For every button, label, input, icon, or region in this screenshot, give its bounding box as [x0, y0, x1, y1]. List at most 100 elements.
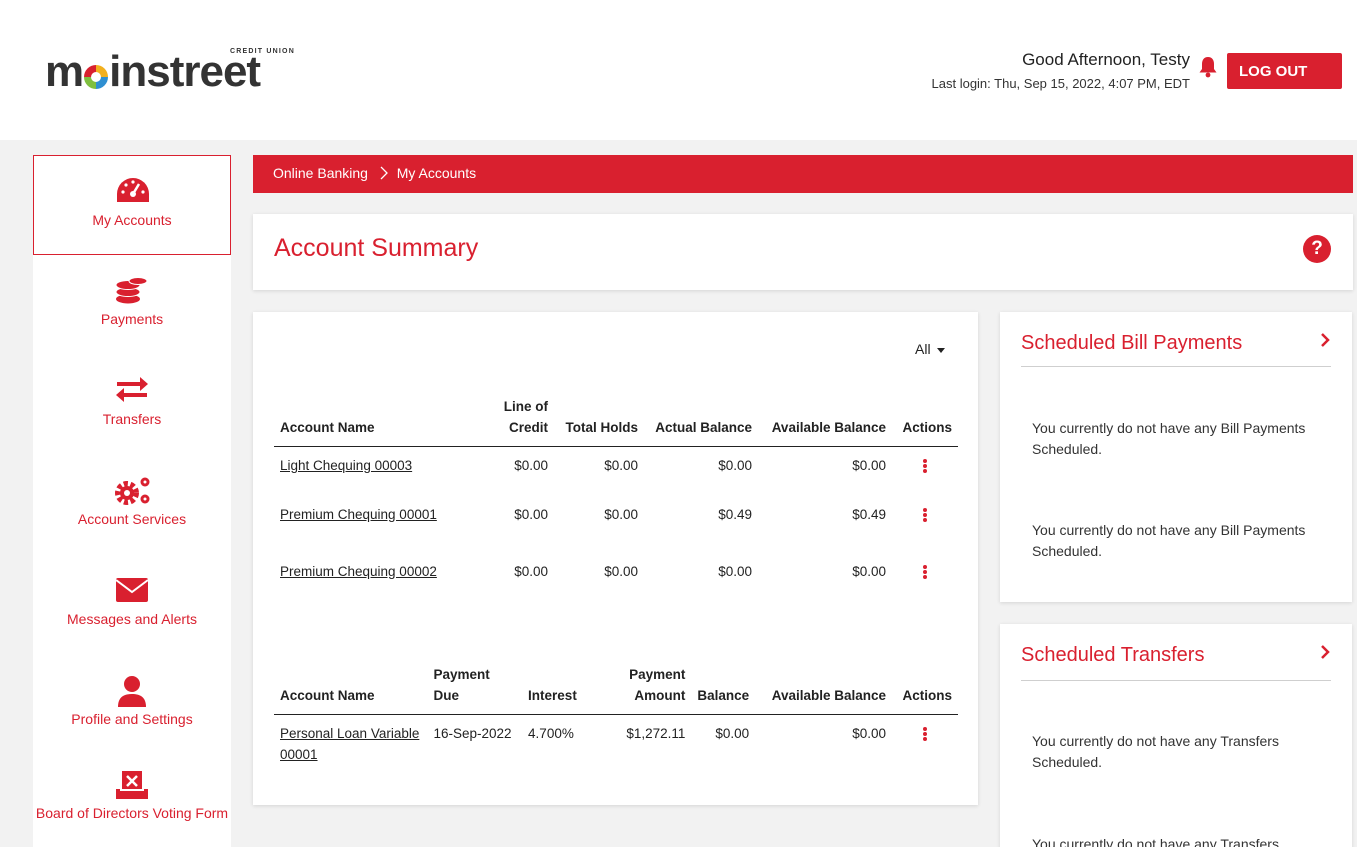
interest-value: 4.700%	[528, 726, 574, 741]
payment-due-value: 16-Sep-2022	[433, 726, 512, 741]
sidebar-item-profile[interactable]: Profile and Settings	[33, 655, 231, 755]
column-header: Actual Balance	[644, 396, 758, 447]
column-header: Balance	[691, 664, 756, 715]
mainstreet-logo[interactable]: CREDIT UNION m instreet	[45, 48, 325, 98]
sidebar-item-payments[interactable]: Payments	[33, 255, 231, 355]
table-header-row: Account Name Line of Credit Total Holds …	[274, 396, 958, 447]
deposit-accounts-table: Account Name Line of Credit Total Holds …	[274, 396, 958, 585]
column-header: Payment Due	[427, 664, 523, 715]
table-row: Premium Chequing 00002 $0.00 $0.00 $0.00…	[274, 553, 958, 585]
sidebar-item-voting-form[interactable]: Board of Directors Voting Form	[33, 755, 231, 847]
account-summary-header: Account Summary ?	[253, 214, 1353, 290]
logo-text-start: m	[45, 47, 84, 96]
scheduled-transfers-card: Scheduled Transfers You currently do not…	[1000, 624, 1352, 847]
chevron-right-icon	[380, 165, 389, 181]
table-row: Light Chequing 00003 $0.00 $0.00 $0.00 $…	[274, 447, 958, 496]
empty-message: You currently do not have any Transfers …	[1032, 836, 1279, 847]
envelope-icon	[115, 578, 149, 602]
available-balance-value: $0.00	[852, 458, 886, 473]
actual-balance-value: $0.49	[718, 506, 752, 522]
top-header: CREDIT UNION m instreet Good Afternoon, T…	[0, 0, 1357, 140]
more-actions-icon[interactable]	[923, 727, 928, 741]
account-link[interactable]: Personal Loan Variable 00001	[280, 726, 419, 762]
column-header: Payment Amount	[611, 664, 692, 715]
chevron-right-icon[interactable]	[1320, 644, 1330, 665]
more-actions-icon[interactable]	[923, 459, 927, 473]
sidebar-item-account-services[interactable]: Account Services	[33, 455, 231, 555]
actual-balance-value: $0.00	[718, 458, 752, 473]
account-filter-dropdown[interactable]: All	[915, 341, 945, 357]
available-balance-value: $0.00	[852, 563, 886, 579]
table-row: Premium Chequing 00001 $0.00 $0.00 $0.49…	[274, 496, 958, 553]
account-link[interactable]: Light Chequing 00003	[280, 458, 412, 473]
line-of-credit-value: $0.00	[514, 563, 548, 579]
logo-text-end: instreet	[109, 47, 261, 96]
column-header: Actions	[892, 396, 958, 447]
column-header: Account Name	[274, 396, 469, 447]
available-balance-value: $0.00	[852, 726, 887, 741]
more-actions-icon[interactable]	[923, 507, 927, 522]
page-title: Account Summary	[274, 234, 479, 262]
sidebar-item-label: Account Services	[77, 511, 187, 527]
sidebar-item-label: Board of Directors Voting Form	[35, 805, 229, 821]
breadcrumb-root[interactable]: Online Banking	[273, 165, 368, 181]
bell-icon[interactable]	[1198, 56, 1218, 78]
gauge-icon	[117, 178, 149, 202]
breadcrumb: Online Banking My Accounts	[253, 155, 1353, 193]
help-icon[interactable]: ?	[1303, 235, 1331, 263]
sidebar-item-label: My Accounts	[92, 212, 172, 228]
more-actions-icon[interactable]	[923, 564, 927, 579]
user-icon	[118, 676, 146, 707]
logo-mark-icon	[84, 65, 109, 89]
user-greeting: Good Afternoon, Testy Last login: Thu, S…	[932, 50, 1190, 91]
column-header: Line of Credit	[469, 396, 554, 447]
logo-wordmark: m instreet	[45, 47, 261, 96]
total-holds-value: $0.00	[604, 458, 638, 473]
sidebar-nav: My Accounts Payments Transfers Account S…	[33, 155, 231, 847]
arrows-exchange-icon	[116, 377, 148, 402]
table-header-row: Account Name Payment Due Interest Paymen…	[274, 664, 958, 715]
total-holds-value: $0.00	[604, 506, 638, 522]
accounts-card: All Account Name Line of Credit Total Ho…	[253, 312, 978, 805]
ballot-box-icon	[116, 771, 148, 799]
greeting-text: Good Afternoon, Testy	[1022, 50, 1190, 69]
empty-message: You currently do not have any Transfers …	[1032, 733, 1279, 770]
line-of-credit-value: $0.00	[514, 506, 548, 522]
logout-button[interactable]: LOG OUT	[1227, 53, 1342, 89]
sidebar-item-transfers[interactable]: Transfers	[33, 355, 231, 455]
filter-value: All	[915, 341, 931, 357]
empty-message: You currently do not have any Bill Payme…	[1032, 420, 1306, 457]
last-login-text: Last login: Thu, Sep 15, 2022, 4:07 PM, …	[931, 76, 1190, 91]
chevron-right-icon[interactable]	[1320, 332, 1330, 353]
sidebar-item-label: Profile and Settings	[71, 711, 193, 727]
column-header: Available Balance	[758, 396, 892, 447]
payment-amount-value: $1,272.11	[626, 726, 686, 741]
account-link[interactable]: Premium Chequing 00002	[280, 564, 437, 579]
column-header: Account Name	[274, 664, 428, 715]
balance-value: $0.00	[715, 726, 750, 741]
table-row: Personal Loan Variable 00001 16-Sep-2022…	[274, 715, 958, 766]
empty-message: You currently do not have any Bill Payme…	[1032, 522, 1306, 559]
sidebar-item-label: Transfers	[102, 411, 162, 427]
loan-accounts-table: Account Name Payment Due Interest Paymen…	[274, 664, 958, 765]
sidebar-item-label: Payments	[100, 311, 164, 327]
column-header: Actions	[892, 664, 958, 715]
column-header: Available Balance	[755, 664, 893, 715]
gears-icon	[115, 477, 150, 505]
available-balance-value: $0.49	[852, 506, 886, 522]
caret-down-icon	[936, 347, 945, 353]
total-holds-value: $0.00	[604, 563, 638, 579]
column-header: Total Holds	[554, 396, 644, 447]
sidebar-item-label: Messages and Alerts	[67, 611, 197, 627]
sidebar-item-my-accounts[interactable]: My Accounts	[33, 155, 231, 255]
coins-icon	[115, 277, 148, 304]
account-link[interactable]: Premium Chequing 00001	[280, 507, 437, 522]
actual-balance-value: $0.00	[718, 563, 752, 579]
sidebar-item-messages[interactable]: Messages and Alerts	[33, 555, 231, 655]
breadcrumb-current: My Accounts	[396, 165, 477, 181]
scheduled-bill-payments-card: Scheduled Bill Payments You currently do…	[1000, 312, 1352, 602]
column-header: Interest	[522, 664, 612, 715]
line-of-credit-value: $0.00	[514, 458, 548, 473]
transfers-title[interactable]: Scheduled Transfers	[1021, 644, 1204, 667]
bill-payments-title[interactable]: Scheduled Bill Payments	[1021, 332, 1242, 355]
